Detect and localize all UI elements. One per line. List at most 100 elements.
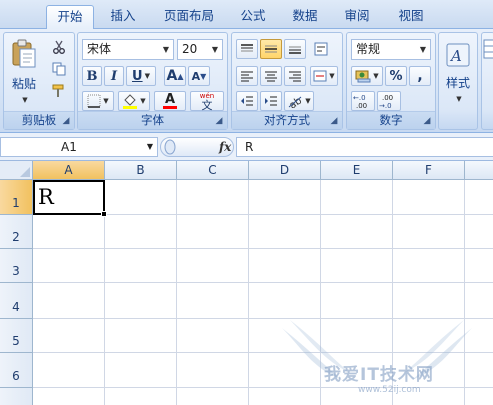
borders-icon	[87, 94, 101, 108]
alignment-dialog-launcher[interactable]: ◢	[328, 115, 340, 127]
ribbon-tab-bar: 开始 插入 页面布局 公式 数据 审阅 视图	[0, 0, 493, 30]
column-header-c[interactable]: C	[177, 161, 249, 180]
comma-style-button[interactable]: ,	[409, 66, 431, 86]
orientation-button[interactable]: ab ▼	[284, 91, 314, 111]
column-header-f[interactable]: F	[393, 161, 465, 180]
number-format-value: 常规	[356, 42, 381, 56]
increase-decimal-button[interactable]: ←.0.00	[351, 91, 375, 111]
gridline	[33, 352, 493, 353]
underline-button[interactable]: U ▼	[126, 66, 156, 86]
italic-button[interactable]: I	[104, 66, 124, 86]
paste-button[interactable]: 粘贴 ▼	[7, 35, 41, 107]
styles-button[interactable]: A 样式 ▼	[441, 37, 475, 107]
decrease-decimal-button[interactable]: .00 →.0	[377, 91, 401, 111]
wrap-text-button[interactable]	[310, 39, 332, 59]
decrease-arrow-icon: ▼	[200, 71, 207, 81]
align-left-button[interactable]	[236, 66, 258, 86]
format-painter-button[interactable]	[48, 81, 70, 101]
percent-style-button[interactable]: %	[385, 66, 407, 86]
insert-function-icon[interactable]: fx	[219, 138, 231, 157]
chevron-down-icon: ▼	[140, 97, 146, 105]
font-name-value: 宋体	[87, 42, 112, 56]
tab-insert[interactable]: 插入	[100, 5, 146, 29]
text-orientation-icon: ab	[288, 95, 303, 108]
formula-bar-grip-icon[interactable]	[163, 138, 177, 156]
chevron-down-icon[interactable]: ▼	[416, 40, 430, 59]
row-header-4[interactable]: 4	[0, 283, 33, 319]
cell-a1-value: R	[38, 185, 54, 209]
svg-text:.00: .00	[382, 94, 393, 102]
merge-center-button[interactable]: ▼	[310, 66, 338, 86]
chevron-down-icon: ▼	[305, 97, 311, 105]
row-header-2[interactable]: 2	[0, 215, 33, 249]
row-header-6[interactable]: 6	[0, 353, 33, 388]
paste-icon	[12, 39, 36, 67]
font-color-glyph: A	[164, 92, 176, 107]
formula-bar: A1 ▼ fx R	[0, 133, 493, 161]
increase-indent-button[interactable]	[260, 91, 282, 111]
number-group: 常规 ▼ ▼ % , ←.0.00 .00 →.0 数字 ◢	[346, 32, 436, 130]
font-size-combo[interactable]: 20 ▼	[177, 39, 223, 60]
column-header-e[interactable]: E	[321, 161, 393, 180]
tab-review[interactable]: 审阅	[334, 5, 380, 29]
tab-home[interactable]: 开始	[46, 5, 94, 30]
align-bottom-button[interactable]	[284, 39, 306, 59]
cut-button[interactable]	[48, 37, 70, 57]
clipboard-dialog-launcher[interactable]: ◢	[60, 115, 72, 127]
tab-formulas[interactable]: 公式	[230, 5, 276, 29]
decrease-decimal-icon: .00→.0	[379, 94, 393, 109]
column-header-a[interactable]: A	[33, 161, 105, 180]
align-top-button[interactable]	[236, 39, 258, 59]
accounting-format-button[interactable]: ▼	[351, 66, 383, 86]
row-header-3[interactable]: 3	[0, 249, 33, 283]
font-name-combo[interactable]: 宋体 ▼	[82, 39, 174, 60]
watermark-url: www.52ij.com	[358, 385, 421, 395]
grow-font-button[interactable]: A ▲	[164, 66, 186, 86]
svg-text:←.0: ←.0	[353, 94, 366, 102]
cell-a1-active[interactable]: R	[33, 180, 107, 217]
chevron-down-icon: ▼	[329, 72, 335, 80]
tab-page-layout[interactable]: 页面布局	[152, 5, 226, 29]
styles-group: A 样式 ▼	[438, 32, 478, 130]
bold-button[interactable]: B	[82, 66, 102, 86]
column-header-b[interactable]: B	[105, 161, 177, 180]
borders-button[interactable]: ▼	[82, 91, 114, 111]
fill-handle[interactable]	[101, 211, 107, 217]
align-right-button[interactable]	[284, 66, 306, 86]
align-right-icon	[289, 71, 301, 82]
alignment-group-label: 对齐方式	[232, 111, 342, 129]
decrease-indent-button[interactable]	[236, 91, 258, 111]
row-header-1[interactable]: 1	[0, 180, 33, 215]
name-box[interactable]: A1 ▼	[0, 137, 158, 157]
clipboard-group: 粘贴 ▼ 剪贴板 ◢	[3, 32, 75, 130]
alignment-group: ▼ ab ▼ 对齐方式 ◢	[231, 32, 343, 130]
copy-icon	[52, 62, 66, 76]
font-size-value: 20	[182, 42, 198, 56]
tab-view[interactable]: 视图	[386, 5, 436, 29]
column-header-d[interactable]: D	[249, 161, 321, 180]
align-left-icon	[241, 71, 253, 82]
align-middle-button[interactable]	[260, 39, 282, 59]
chevron-down-icon[interactable]: ▼	[208, 40, 222, 59]
select-all-corner[interactable]	[0, 161, 33, 180]
font-group-label: 字体	[78, 111, 227, 129]
number-format-combo[interactable]: 常规 ▼	[351, 39, 431, 60]
font-color-button[interactable]: A	[154, 91, 186, 111]
decrease-indent-icon	[241, 96, 253, 106]
tab-data[interactable]: 数据	[282, 5, 328, 29]
font-dialog-launcher[interactable]: ◢	[213, 115, 225, 127]
align-top-icon	[241, 44, 253, 52]
fill-color-button[interactable]: ▼	[118, 91, 150, 111]
shrink-font-button[interactable]: A ▼	[188, 66, 210, 86]
phonetic-guide-button[interactable]: wén 文	[190, 91, 224, 111]
row-header-5[interactable]: 5	[0, 319, 33, 353]
paste-dropdown-arrow: ▼	[22, 95, 28, 104]
column-header-g-partial[interactable]	[465, 161, 493, 180]
formula-input[interactable]: R	[236, 137, 493, 157]
number-dialog-launcher[interactable]: ◢	[421, 115, 433, 127]
copy-button[interactable]	[48, 59, 70, 79]
align-center-button[interactable]	[260, 66, 282, 86]
row-header-7-partial[interactable]	[0, 388, 33, 405]
chevron-down-icon[interactable]: ▼	[159, 40, 173, 59]
chevron-down-icon[interactable]: ▼	[147, 138, 153, 156]
